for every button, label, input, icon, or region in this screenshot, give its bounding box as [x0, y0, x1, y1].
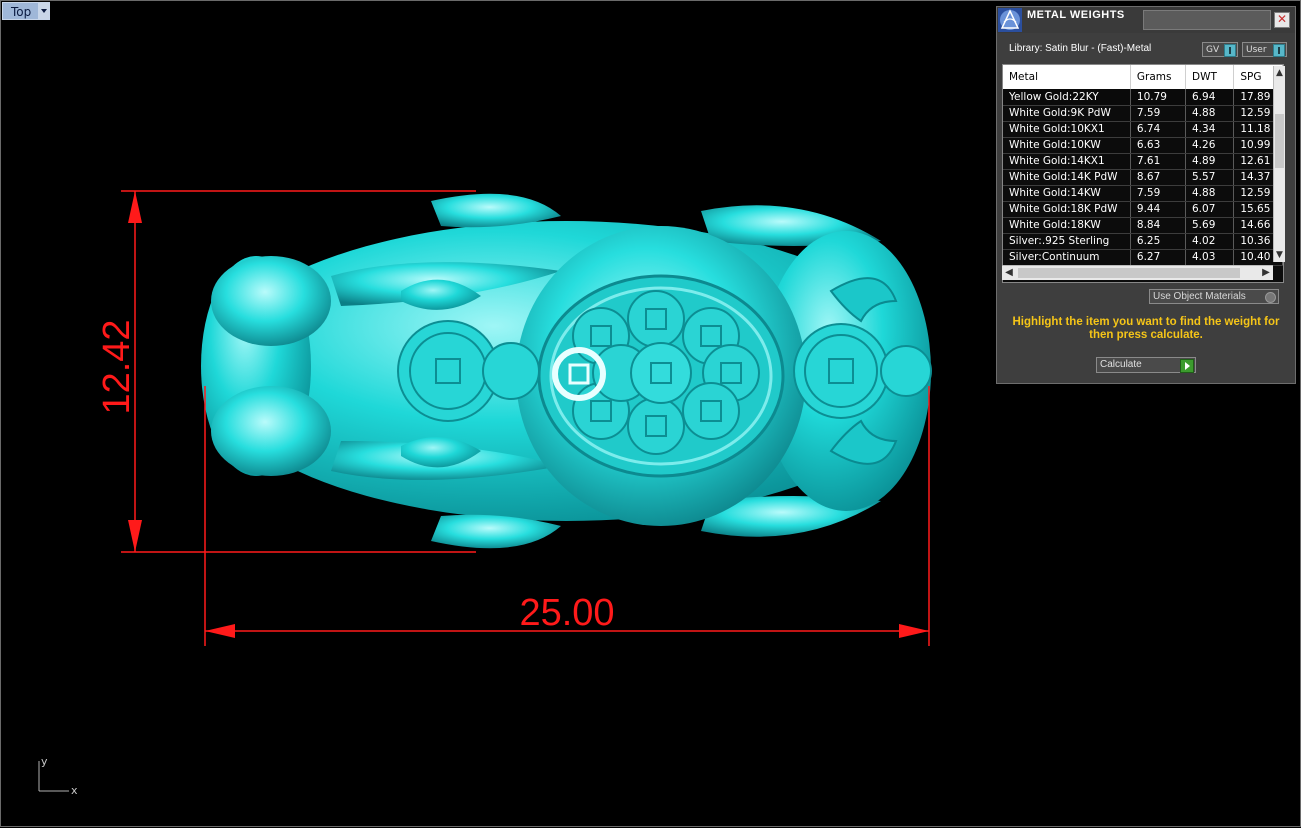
- dwt-cell: 4.26: [1185, 137, 1235, 154]
- axis-indicator: y x: [38, 755, 78, 797]
- column-header-metal[interactable]: Metal: [1003, 65, 1131, 89]
- axis-x-label: x: [71, 784, 78, 797]
- dwt-cell: 4.89: [1185, 153, 1235, 170]
- grams-cell: 8.84: [1130, 217, 1187, 234]
- grams-cell: 6.25: [1130, 233, 1187, 250]
- scroll-right-icon[interactable]: ▶: [1259, 266, 1273, 280]
- dwt-cell: 6.07: [1185, 201, 1235, 218]
- dwt-cell: 4.88: [1185, 185, 1235, 202]
- panel-title-bar[interactable]: METAL WEIGHTS ✕: [997, 7, 1295, 33]
- dwt-cell: 6.94: [1185, 89, 1235, 106]
- metal-name-cell: White Gold:10KX1: [1003, 121, 1131, 138]
- panel-title: METAL WEIGHTS: [1027, 9, 1125, 21]
- width-dimension-label: 25.00: [519, 592, 614, 634]
- dwt-cell: 4.03: [1185, 249, 1235, 266]
- table-row[interactable]: White Gold:9K PdW 7.59 4.88 12.59: [1003, 105, 1283, 122]
- scroll-left-icon[interactable]: ◀: [1002, 266, 1016, 280]
- table-row[interactable]: White Gold:14KX1 7.61 4.89 12.61: [1003, 153, 1283, 170]
- gv-toggle-label: GV: [1206, 45, 1220, 55]
- dwt-cell: 4.88: [1185, 105, 1235, 122]
- metal-name-cell: White Gold:14K PdW: [1003, 169, 1131, 186]
- scrollbar-thumb[interactable]: [1275, 114, 1284, 168]
- calculate-label: Calculate: [1100, 359, 1142, 370]
- table-row[interactable]: Silver:.925 Sterling 6.25 4.02 10.36: [1003, 233, 1283, 250]
- scroll-up-icon[interactable]: ▲: [1274, 66, 1285, 80]
- grams-cell: 7.61: [1130, 153, 1187, 170]
- grams-cell: 6.63: [1130, 137, 1187, 154]
- use-object-materials-option[interactable]: Use Object Materials: [1149, 289, 1279, 304]
- radio-icon[interactable]: [1265, 292, 1276, 303]
- dwt-cell: 4.34: [1185, 121, 1235, 138]
- toggle-knob-icon: [1224, 44, 1236, 57]
- metal-name-cell: White Gold:10KW: [1003, 137, 1131, 154]
- scroll-down-icon[interactable]: ▼: [1274, 248, 1285, 262]
- vertical-scrollbar[interactable]: ▲ ▼: [1273, 66, 1285, 262]
- metal-name-cell: White Gold:14KX1: [1003, 153, 1131, 170]
- grams-cell: 8.67: [1130, 169, 1187, 186]
- metal-weights-table[interactable]: Metal Grams DWT SPG Yellow Gold:22KY 10.7…: [1002, 64, 1284, 283]
- grams-cell: 7.59: [1130, 185, 1187, 202]
- ring-model: [201, 193, 932, 549]
- metal-name-cell: White Gold:18KW: [1003, 217, 1131, 234]
- table-row[interactable]: Yellow Gold:22KY 10.79 6.94 17.89: [1003, 89, 1283, 106]
- user-toggle[interactable]: User: [1242, 42, 1287, 57]
- dwt-cell: 4.02: [1185, 233, 1235, 250]
- table-body: Yellow Gold:22KY 10.79 6.94 17.89 White Gold…: [1003, 89, 1283, 266]
- height-dimension-label: 12.42: [96, 319, 138, 414]
- table-row[interactable]: White Gold:10KX1 6.74 4.34 11.18: [1003, 121, 1283, 138]
- metal-name-cell: Silver:.925 Sterling: [1003, 233, 1131, 250]
- table-row[interactable]: White Gold:14K PdW 8.67 5.57 14.37: [1003, 169, 1283, 186]
- scrollbar-thumb[interactable]: [1018, 268, 1240, 278]
- metal-name-cell: Yellow Gold:22KY: [1003, 89, 1131, 106]
- user-toggle-label: User: [1246, 45, 1267, 55]
- table-row[interactable]: White Gold:18K PdW 9.44 6.07 15.65: [1003, 201, 1283, 218]
- table-row[interactable]: White Gold:10KW 6.63 4.26 10.99: [1003, 137, 1283, 154]
- dwt-cell: 5.69: [1185, 217, 1235, 234]
- grams-cell: 9.44: [1130, 201, 1187, 218]
- metal-name-cell: Silver:Continuum: [1003, 249, 1131, 266]
- library-label: Library: Satin Blur - (Fast)-Metal: [1009, 43, 1152, 54]
- instruction-text: Highlight the item you want to find the …: [1012, 316, 1280, 341]
- calculate-button[interactable]: Calculate: [1096, 357, 1196, 373]
- use-object-materials-label: Use Object Materials: [1153, 291, 1246, 302]
- column-header-dwt[interactable]: DWT: [1185, 65, 1235, 89]
- metal-name-cell: White Gold:14KW: [1003, 185, 1131, 202]
- horizontal-scrollbar[interactable]: ◀ ▶: [1002, 265, 1273, 280]
- table-row[interactable]: Silver:Continuum 6.27 4.03 10.40: [1003, 249, 1283, 266]
- toggle-knob-icon: [1273, 44, 1285, 57]
- grams-cell: 6.27: [1130, 249, 1187, 266]
- column-header-grams[interactable]: Grams: [1130, 65, 1187, 89]
- close-icon[interactable]: ✕: [1274, 12, 1290, 28]
- app-logo-icon: [998, 8, 1022, 32]
- grams-cell: 7.59: [1130, 105, 1187, 122]
- table-row[interactable]: White Gold:18KW 8.84 5.69 14.66: [1003, 217, 1283, 234]
- grams-cell: 6.74: [1130, 121, 1187, 138]
- metal-name-cell: White Gold:18K PdW: [1003, 201, 1131, 218]
- dwt-cell: 5.57: [1185, 169, 1235, 186]
- table-row[interactable]: White Gold:14KW 7.59 4.88 12.59: [1003, 185, 1283, 202]
- play-icon: [1180, 359, 1194, 373]
- metal-weights-panel: METAL WEIGHTS ✕ Library: Satin Blur - (F…: [996, 6, 1296, 384]
- axis-y-label: y: [41, 755, 48, 768]
- grams-cell: 10.79: [1130, 89, 1187, 106]
- table-header-row: Metal Grams DWT SPG: [1003, 65, 1283, 89]
- metal-name-cell: White Gold:9K PdW: [1003, 105, 1131, 122]
- gv-toggle[interactable]: GV: [1202, 42, 1238, 57]
- panel-title-drag-area[interactable]: [1143, 10, 1271, 30]
